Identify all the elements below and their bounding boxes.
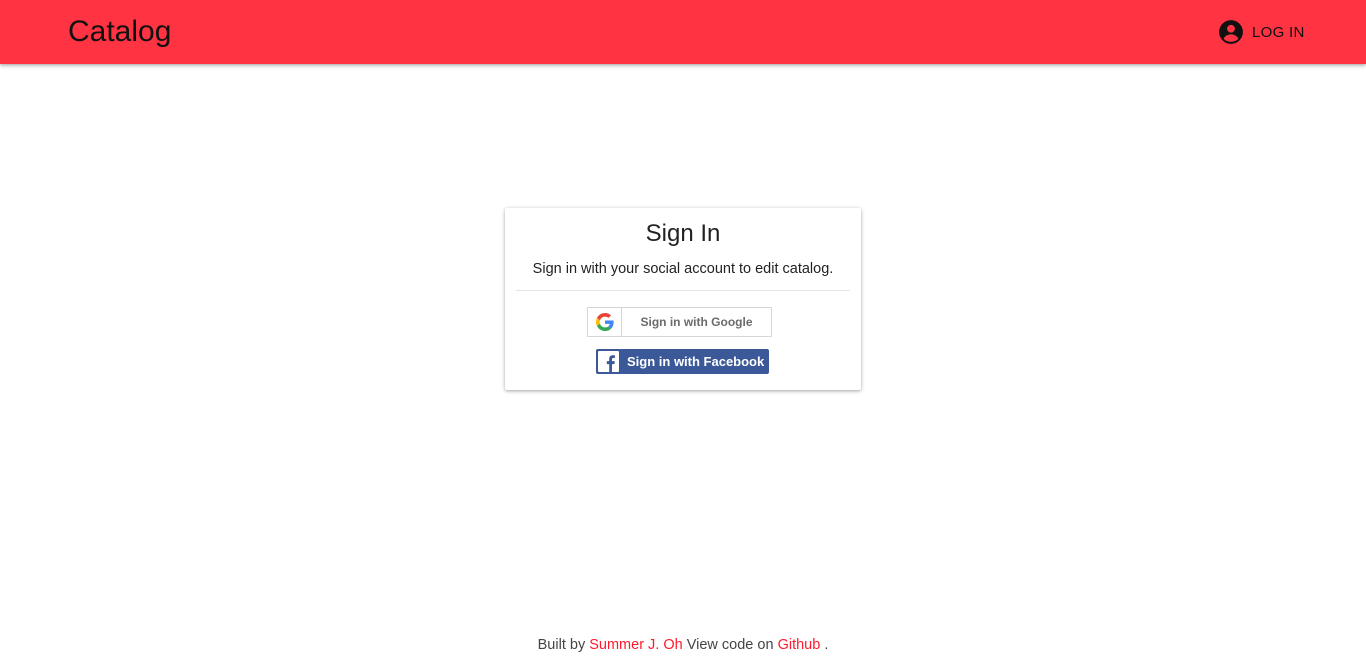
login-button[interactable]: LOG IN	[1212, 16, 1311, 48]
github-link[interactable]: Github	[778, 637, 821, 653]
footer: Built by Summer J. Oh View code on Githu…	[0, 635, 1366, 655]
account-circle-icon	[1218, 19, 1244, 45]
footer-built-by: Built by	[537, 637, 586, 653]
footer-end: .	[824, 637, 829, 653]
signin-card: Sign In Sign in with your social account…	[505, 208, 861, 390]
facebook-signin-label: Sign in with Facebook	[627, 354, 765, 369]
google-signin-button[interactable]: Sign in with Google	[587, 307, 772, 337]
facebook-signin-button[interactable]: Sign in with Facebook	[596, 349, 769, 374]
author-link[interactable]: Summer J. Oh	[589, 637, 682, 653]
signin-subtitle: Sign in with your social account to edit…	[532, 261, 834, 277]
google-signin-label: Sign in with Google	[640, 315, 753, 329]
card-divider	[516, 290, 850, 291]
signin-title: Sign In	[645, 220, 721, 247]
login-label: LOG IN	[1252, 23, 1305, 41]
app-bar: Catalog LOG IN	[0, 0, 1366, 64]
google-icon	[588, 308, 622, 336]
app-title: Catalog	[68, 15, 172, 48]
facebook-icon	[598, 351, 619, 372]
footer-view-code: View code on	[686, 637, 774, 653]
